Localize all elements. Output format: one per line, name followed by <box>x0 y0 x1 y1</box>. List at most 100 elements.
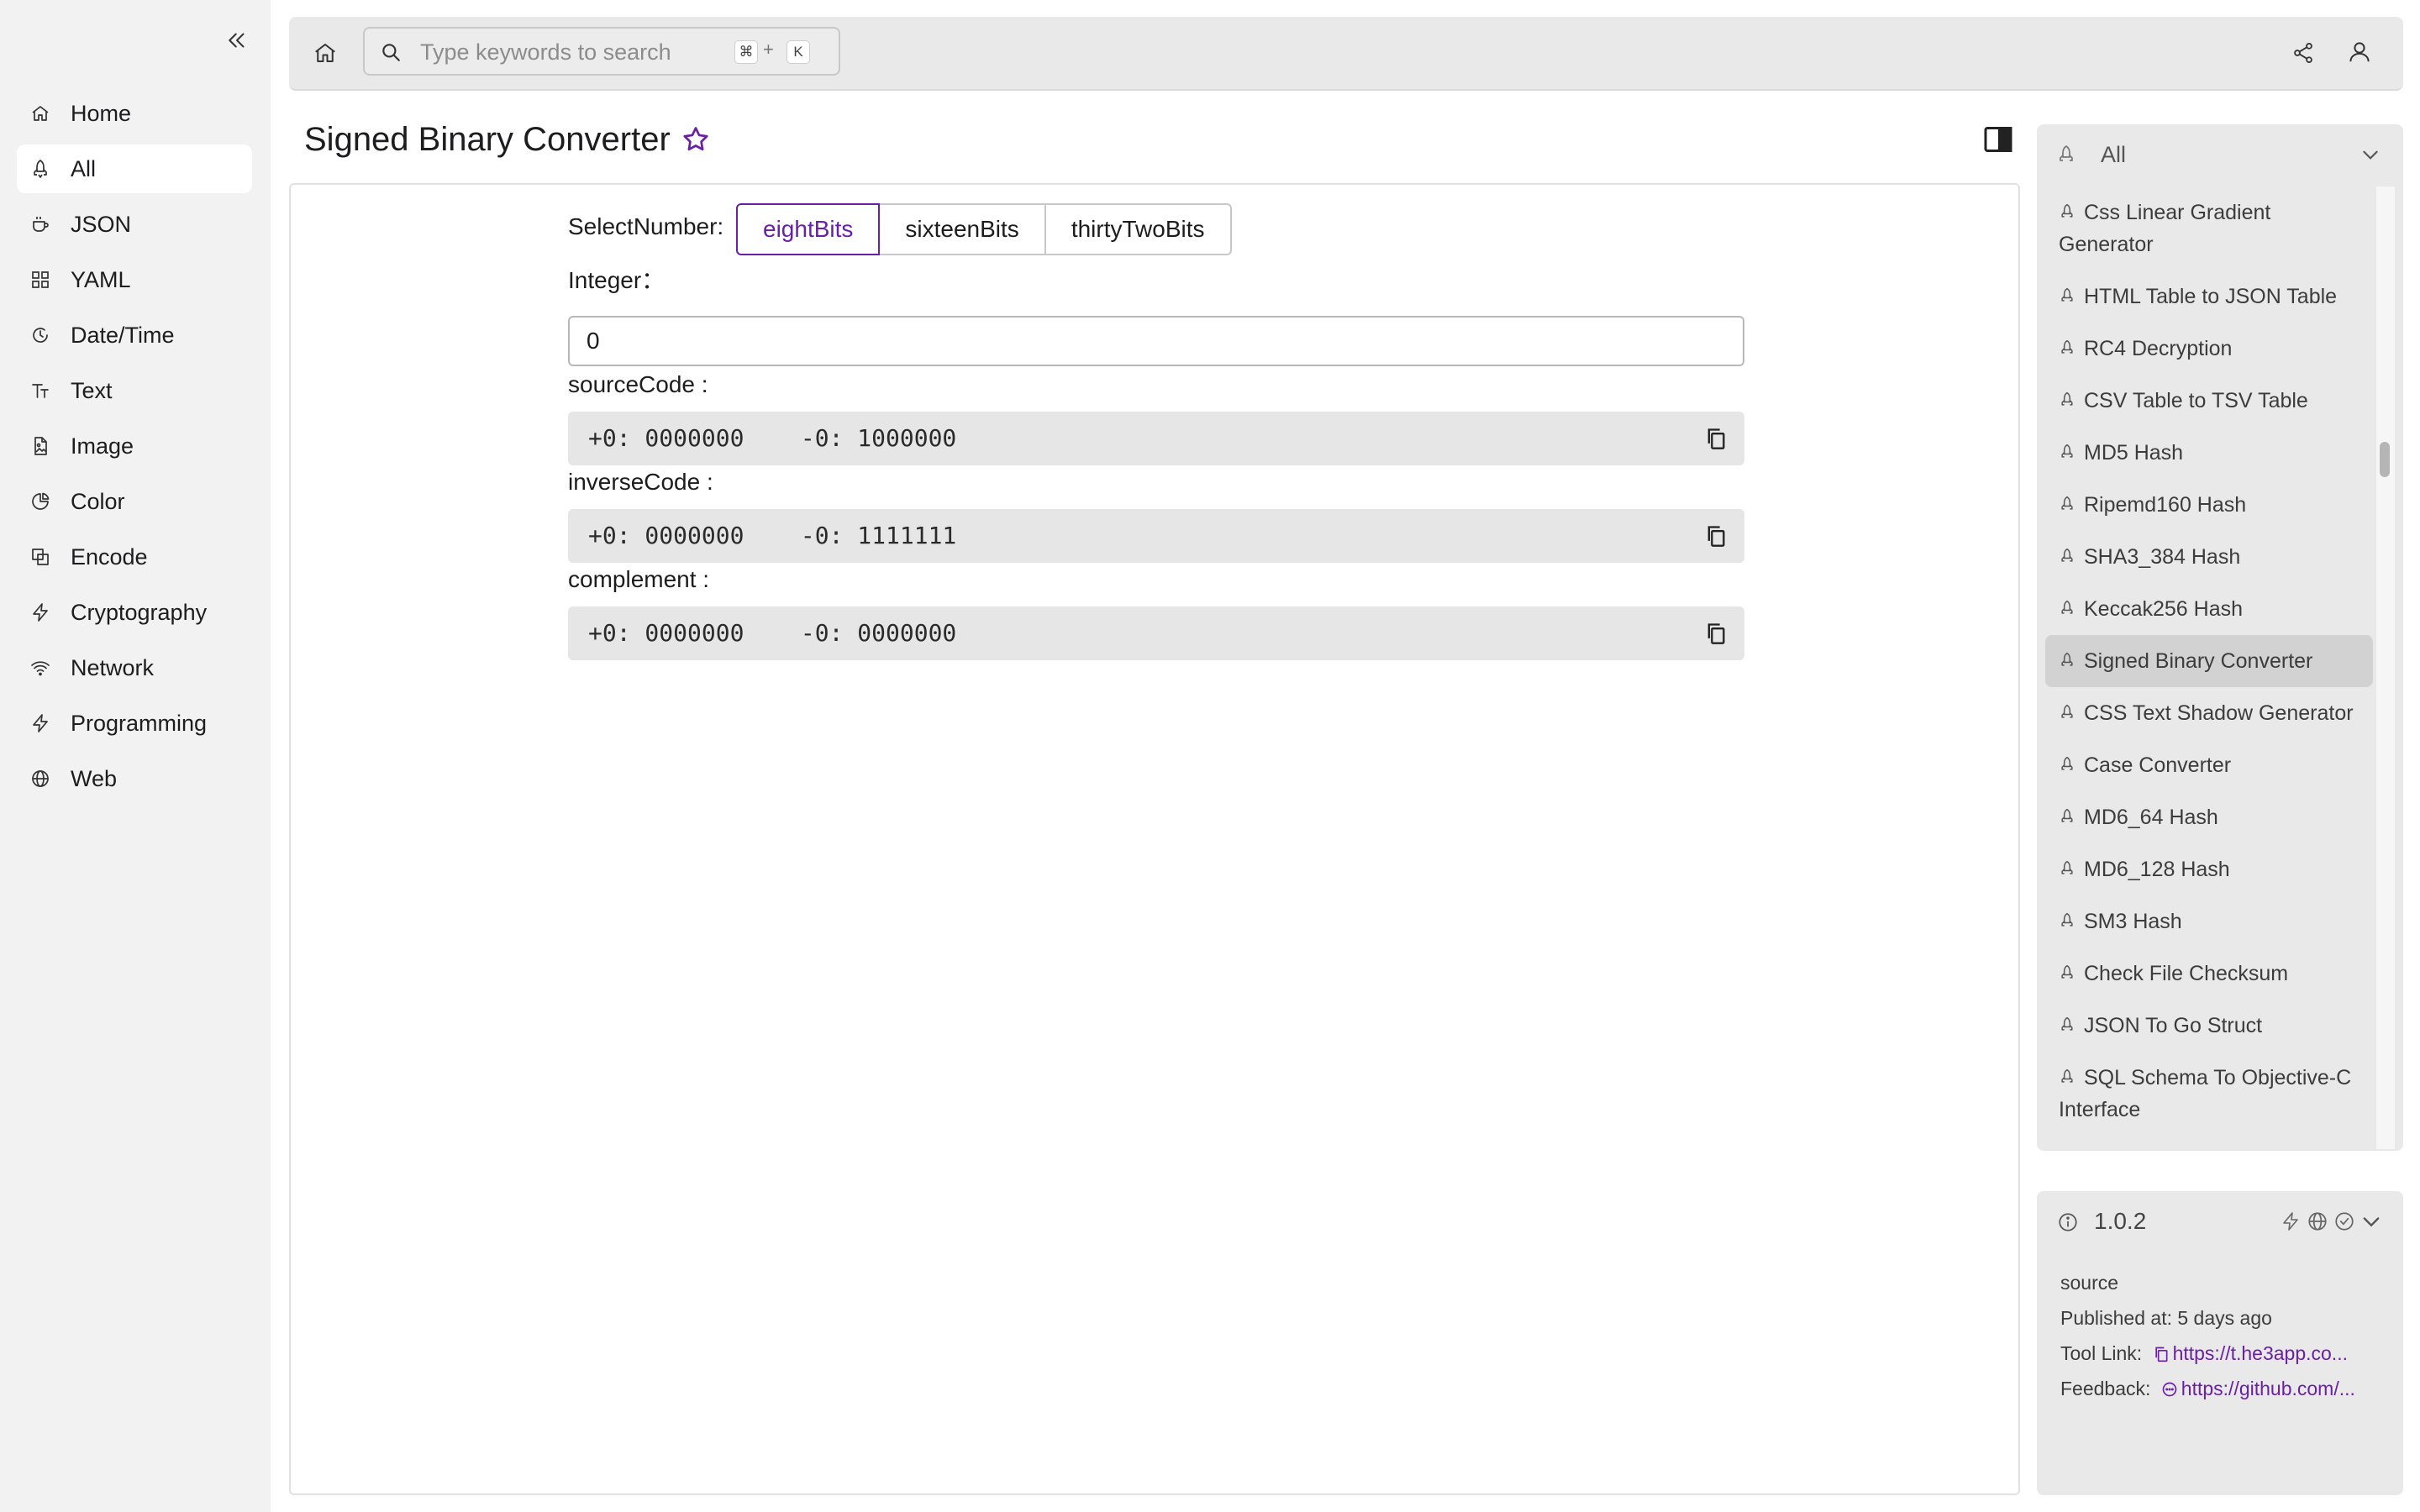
sidebar-item-yaml[interactable]: YAML <box>17 255 252 304</box>
option-eight-bits[interactable]: eightBits <box>736 203 881 255</box>
tool-item-label: MD6_128 Hash <box>2084 858 2230 881</box>
inverse-code-value: +0: 0000000 -0: 1111111 <box>588 522 957 549</box>
copy-icon <box>1704 427 1728 450</box>
tool-item-json-to-go-struct[interactable]: JSON To Go Struct <box>2045 1000 2373 1052</box>
rocket-icon <box>2059 652 2077 670</box>
tool-item-css-text-shadow[interactable]: CSS Text Shadow Generator <box>2045 687 2373 739</box>
search-box[interactable]: ⌘ + K <box>363 27 840 76</box>
sidebar-item-cryptography[interactable]: Cryptography <box>17 588 252 637</box>
tool-info-header[interactable]: 1.0.2 <box>2037 1191 2403 1252</box>
sidebar-item-json[interactable]: JSON <box>17 200 252 249</box>
tool-item-signed-binary-converter[interactable]: Signed Binary Converter <box>2045 635 2373 687</box>
tool-item-ripemd160-hash[interactable]: Ripemd160 Hash <box>2045 479 2373 531</box>
copy-icon <box>1704 622 1728 645</box>
tool-item-keccak256-hash[interactable]: Keccak256 Hash <box>2045 583 2373 635</box>
rocket-icon <box>2055 144 2077 165</box>
rocket-icon <box>2059 287 2077 306</box>
tool-info-panel: 1.0.2 source Published at: 5 days ago To… <box>2037 1191 2403 1495</box>
home-button[interactable] <box>308 35 343 71</box>
tool-item-csv-to-tsv[interactable]: CSV Table to TSV Table <box>2045 375 2373 427</box>
integer-input[interactable] <box>568 316 1744 366</box>
rocket-icon <box>2059 1068 2077 1087</box>
tool-item-label: Css Linear Gradient Generator <box>2059 201 2271 256</box>
tool-item-label: MD5 Hash <box>2084 441 2184 465</box>
select-number-label: SelectNumber: <box>568 213 724 239</box>
tool-item-sql-schema-to-objc[interactable]: SQL Schema To Objective-C Interface <box>2045 1052 2373 1136</box>
sidebar-item-programming[interactable]: Programming <box>17 699 252 748</box>
tool-item-label: Signed Binary Converter <box>2084 649 2313 673</box>
option-thirty-two-bits[interactable]: thirtyTwoBits <box>1044 203 1232 255</box>
copy-source-code-button[interactable] <box>1702 425 1729 452</box>
sidebar-item-all[interactable]: All <box>17 144 252 193</box>
search-input[interactable] <box>418 35 674 69</box>
rocket-icon <box>2059 808 2077 827</box>
sidebar: Home All JSON YAML Date/Time Text Image <box>0 0 271 1512</box>
tool-item-md6-128-hash[interactable]: MD6_128 Hash <box>2045 843 2373 895</box>
text-size-icon <box>30 381 50 401</box>
tool-published-at: Published at: 5 days ago <box>2060 1307 2272 1329</box>
layers-icon <box>30 547 50 567</box>
clock-icon <box>30 325 50 345</box>
share-button[interactable] <box>2287 37 2319 69</box>
sidebar-item-web[interactable]: Web <box>17 754 252 803</box>
user-button[interactable] <box>2343 35 2376 69</box>
rocket-icon <box>2059 756 2077 774</box>
collapse-sidebar-button[interactable] <box>220 24 254 57</box>
toggle-right-panel-button[interactable] <box>1980 123 2017 156</box>
copy-icon <box>1704 524 1728 548</box>
rocket-icon <box>2059 444 2077 462</box>
tool-item-sm3-hash[interactable]: SM3 Hash <box>2045 895 2373 948</box>
bolt-icon <box>2279 1210 2302 1233</box>
globe-icon <box>30 769 50 789</box>
bit-size-selector: eightBits sixteenBits thirtyTwoBits <box>736 203 1232 255</box>
tool-item-sha3-384-hash[interactable]: SHA3_384 Hash <box>2045 531 2373 583</box>
tool-item-label: MD6_64 Hash <box>2084 806 2218 829</box>
sidebar-item-network[interactable]: Network <box>17 643 252 692</box>
tool-item-rc4-decryption[interactable]: RC4 Decryption <box>2045 323 2373 375</box>
copy-complement-button[interactable] <box>1702 620 1729 647</box>
sidebar-item-home[interactable]: Home <box>17 89 252 138</box>
sidebar-item-datetime[interactable]: Date/Time <box>17 311 252 360</box>
tool-list: Css Linear Gradient Generator HTML Table… <box>2045 186 2373 1147</box>
globe-icon <box>2306 1210 2329 1233</box>
sidebar-item-text[interactable]: Text <box>17 366 252 415</box>
sidebar-item-encode[interactable]: Encode <box>17 533 252 581</box>
tool-info-actions <box>2279 1210 2383 1233</box>
option-sixteen-bits[interactable]: sixteenBits <box>878 203 1046 255</box>
rocket-icon <box>2059 704 2077 722</box>
sidebar-item-image[interactable]: Image <box>17 422 252 470</box>
user-icon <box>2347 39 2372 65</box>
copy-inverse-code-button[interactable] <box>1702 522 1729 549</box>
tool-item-md6-64-hash[interactable]: MD6_64 Hash <box>2045 791 2373 843</box>
tool-item-md5-hash[interactable]: MD5 Hash <box>2045 427 2373 479</box>
tool-item-html-table-to-json[interactable]: HTML Table to JSON Table <box>2045 270 2373 323</box>
tool-item-label: JSON To Go Struct <box>2084 1014 2263 1037</box>
sidebar-item-color[interactable]: Color <box>17 477 252 526</box>
rocket-icon <box>2059 203 2077 222</box>
tool-category-dropdown[interactable]: All <box>2047 133 2393 176</box>
sidebar-item-label: Text <box>71 378 113 403</box>
tool-item-check-file-checksum[interactable]: Check File Checksum <box>2045 948 2373 1000</box>
complement-output: +0: 0000000 -0: 0000000 <box>568 606 1744 660</box>
feedback-link[interactable]: https://github.com/... <box>2181 1378 2355 1399</box>
inverse-code-output: +0: 0000000 -0: 1111111 <box>568 509 1744 563</box>
tool-list-scrollbar[interactable] <box>2380 442 2390 477</box>
grid-icon <box>30 270 50 290</box>
rocket-icon <box>2059 600 2077 618</box>
tool-link[interactable]: https://t.he3app.co... <box>2173 1342 2348 1364</box>
favorite-button[interactable] <box>679 123 713 156</box>
share-icon <box>2291 41 2315 65</box>
bolt-icon <box>30 602 50 622</box>
tool-item-css-linear-gradient[interactable]: Css Linear Gradient Generator <box>2045 186 2373 270</box>
tool-item-case-converter[interactable]: Case Converter <box>2045 739 2373 791</box>
check-circle-icon <box>2333 1210 2356 1233</box>
sidebar-item-label: Cryptography <box>71 600 208 625</box>
home-icon <box>30 103 50 123</box>
shortcut-command-key: ⌘ <box>734 40 758 64</box>
rocket-icon <box>2059 496 2077 514</box>
sidebar-item-label: All <box>71 156 97 181</box>
complement-value: +0: 0000000 -0: 0000000 <box>588 619 957 647</box>
sidebar-item-label: Programming <box>71 711 208 736</box>
coffee-icon <box>30 214 50 234</box>
chevron-down-icon[interactable] <box>2360 1210 2383 1233</box>
